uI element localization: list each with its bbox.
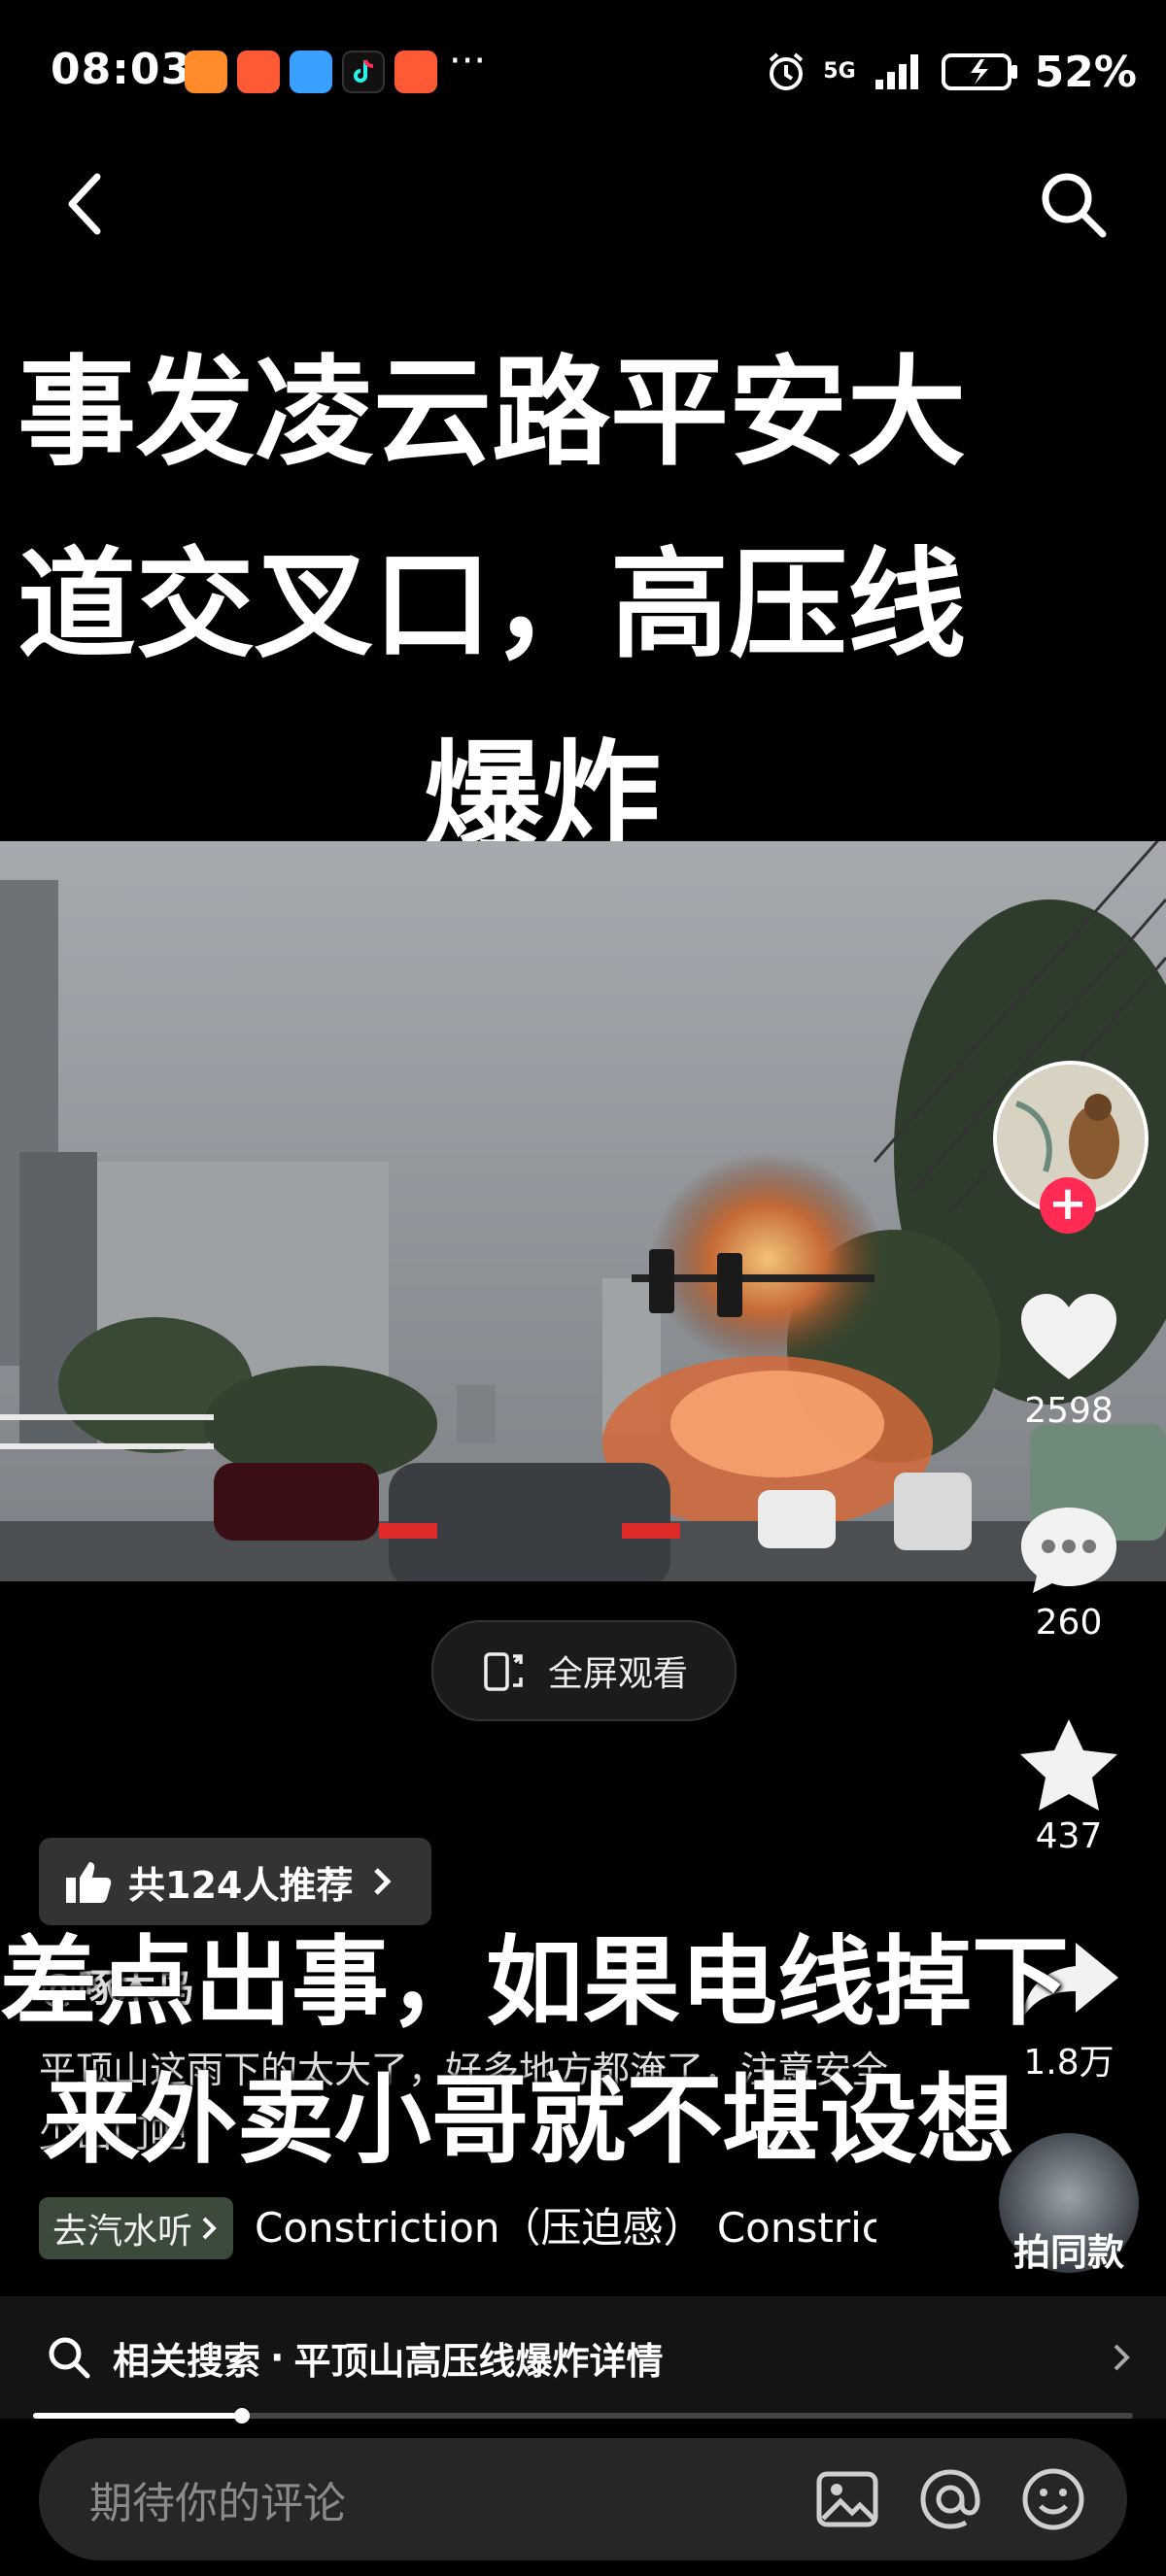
same-style-label[interactable]: 拍同款 — [981, 2222, 1156, 2276]
back-icon — [68, 173, 101, 235]
at-icon — [920, 2469, 980, 2529]
status-right: 5G 52% — [765, 43, 1137, 101]
comment-count: 260 — [1035, 1603, 1103, 1643]
listen-in-app-tag[interactable]: 去汽水听 — [39, 2197, 234, 2259]
app-notification-icon — [394, 51, 437, 93]
favorite-count: 437 — [1035, 1816, 1103, 1856]
thumbs-up-icon — [66, 1862, 112, 1903]
battery-percent: 52% — [1034, 47, 1137, 97]
fullscreen-label: 全屏观看 — [547, 1654, 688, 1694]
search-button[interactable] — [1034, 165, 1112, 243]
caption-line-1: 差点出事，如果电线掉下 — [0, 1925, 1069, 2039]
fullscreen-button[interactable]: 全屏观看 — [431, 1620, 737, 1721]
comment-bar[interactable]: 期待你的评论 — [39, 2438, 1127, 2560]
emoji-button[interactable] — [1014, 2460, 1092, 2538]
related-search-prefix: 相关搜索 — [113, 2339, 261, 2383]
image-button[interactable] — [808, 2460, 886, 2538]
app-notification-icon — [185, 51, 227, 93]
app-notification-icon — [237, 51, 280, 93]
mention-button[interactable] — [911, 2460, 989, 2538]
image-icon — [816, 2471, 878, 2527]
follow-button[interactable]: + — [1040, 1177, 1096, 1234]
title-line-1: 事发凌云路平安大 — [17, 344, 966, 482]
like-count: 2598 — [1024, 1391, 1114, 1431]
video-progress-fill — [33, 2413, 242, 2419]
search-icon — [49, 2337, 90, 2379]
caption-line-2: 来外卖小哥就不堪设想 — [43, 2063, 1014, 2177]
search-icon — [1042, 173, 1107, 238]
back-button[interactable] — [58, 165, 117, 243]
like-button[interactable]: 2598 — [991, 1290, 1147, 1431]
rotate-screen-icon — [484, 1652, 523, 1691]
chevron-right-icon — [1114, 2344, 1130, 2371]
battery-icon — [941, 53, 1017, 90]
chevron-right-icon — [202, 2217, 217, 2240]
network-type: 5G — [823, 59, 856, 84]
comment-input[interactable]: 期待你的评论 — [89, 2468, 808, 2530]
signal-icon — [874, 54, 918, 89]
chevron-right-icon — [374, 1868, 392, 1895]
favorite-button[interactable]: 437 — [991, 1715, 1147, 1856]
comment-icon — [1021, 1508, 1116, 1593]
star-icon — [1020, 1719, 1117, 1811]
heart-icon — [1021, 1294, 1116, 1379]
related-search-separator: · — [270, 2336, 285, 2379]
status-time: 08:03 — [51, 45, 192, 94]
related-search-bar[interactable]: 相关搜索 · 平顶山高压线爆炸详情 — [0, 2296, 1166, 2419]
alarm-icon — [769, 52, 804, 90]
emoji-icon — [1022, 2468, 1084, 2530]
recommend-label: 共124人推荐 — [128, 1863, 354, 1907]
weather-app-icon — [290, 51, 332, 93]
status-bar: 08:03 ··· 5G 52% — [0, 0, 1166, 146]
comment-button[interactable]: 260 — [991, 1502, 1147, 1643]
title-line-2: 道交叉口，高压线 — [17, 536, 966, 674]
more-notifications: ··· — [449, 39, 487, 84]
video-player[interactable] — [0, 841, 1166, 1581]
related-search-query: 平顶山高压线爆炸详情 — [293, 2339, 664, 2383]
tiktok-app-icon — [342, 51, 385, 93]
video-progress-handle[interactable] — [234, 2408, 250, 2423]
music-title[interactable]: Constriction（压迫感） Constriction（压迫感） — [255, 2197, 876, 2259]
video-frame-image — [0, 841, 1166, 1581]
listen-in-app-label: 去汽水听 — [52, 2212, 193, 2252]
